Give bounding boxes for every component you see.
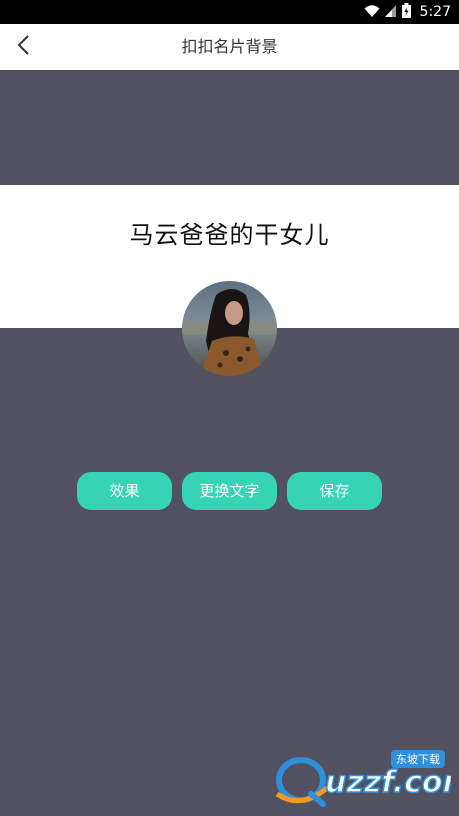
watermark-logo: uzzf.com 东坡下载 — [271, 748, 459, 808]
wifi-icon — [364, 3, 380, 22]
app-header: 扣扣名片背景 — [0, 24, 459, 70]
avatar — [182, 281, 277, 376]
card-name-text: 马云爸爸的干女儿 — [129, 221, 330, 249]
replace-text-button[interactable]: 更换文字 — [182, 472, 277, 510]
effect-button[interactable]: 效果 — [77, 472, 172, 510]
save-button[interactable]: 保存 — [287, 472, 382, 510]
battery-icon — [401, 2, 411, 22]
status-time: 5:27 — [419, 4, 451, 20]
svg-text:uzzf.com: uzzf.com — [325, 765, 451, 800]
action-buttons: 效果 更换文字 保存 — [0, 472, 459, 510]
status-bar: 5:27 — [0, 0, 459, 24]
svg-text:东坡下载: 东坡下载 — [396, 753, 440, 766]
page-title: 扣扣名片背景 — [181, 37, 278, 56]
signal-icon — [384, 3, 397, 22]
